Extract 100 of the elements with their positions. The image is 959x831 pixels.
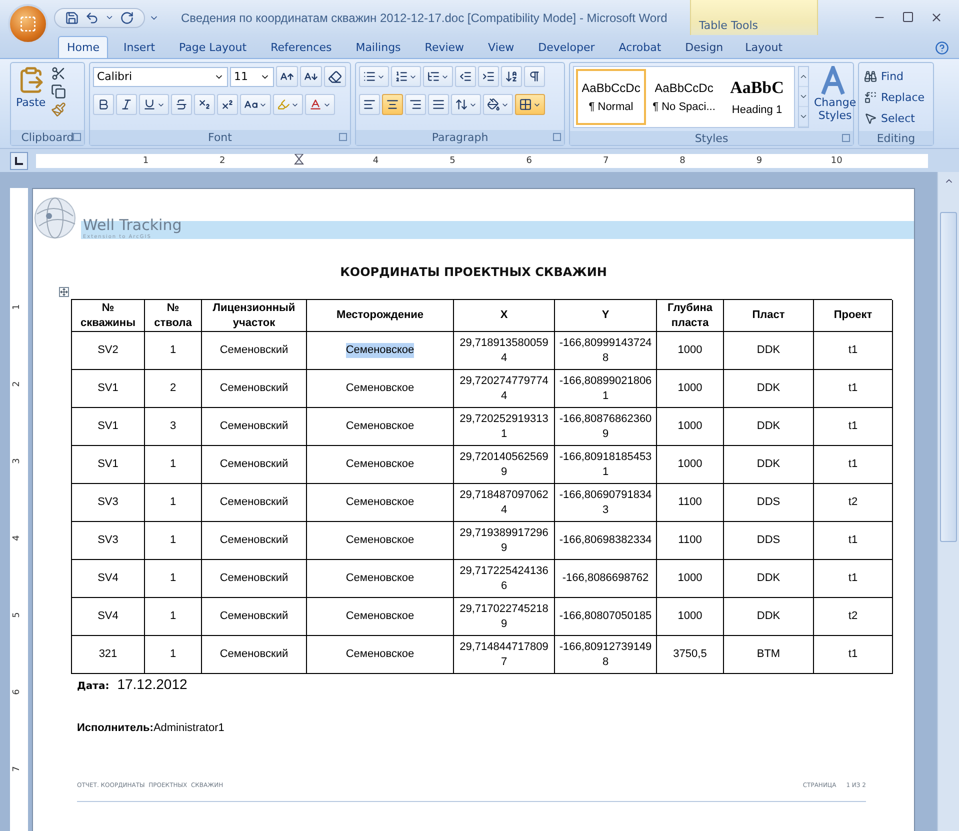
table-cell: Семеновское [307, 446, 454, 484]
ribbon-tab[interactable]: Page Layout [170, 36, 256, 58]
table-cell: 29,7148447178097 [454, 636, 555, 674]
tab-selector[interactable] [10, 152, 28, 170]
change-case-button[interactable] [240, 94, 271, 115]
table-move-handle[interactable] [59, 287, 69, 297]
increase-indent-button[interactable] [478, 66, 499, 87]
gallery-scroll[interactable] [798, 66, 809, 128]
decrease-indent-button[interactable] [455, 66, 476, 87]
table-cell: -166,809127391498 [555, 636, 657, 674]
ribbon-tab[interactable]: Review [416, 36, 474, 58]
show-marks-button[interactable] [524, 66, 545, 87]
font-name-field[interactable]: Calibri [93, 66, 228, 86]
vertical-scrollbar[interactable] [937, 172, 959, 831]
align-button[interactable] [382, 94, 403, 115]
redo-icon[interactable] [120, 10, 134, 24]
editing-button[interactable]: Find [862, 66, 927, 86]
undo-icon[interactable] [85, 10, 99, 24]
copy-icon[interactable] [50, 84, 66, 99]
paste-button[interactable]: Paste [14, 66, 48, 127]
table-cell: Семеновский [202, 408, 307, 446]
grow-font-button[interactable] [276, 66, 298, 87]
align-left-icon [363, 98, 376, 111]
italic-icon [120, 98, 133, 111]
ribbon-tab[interactable]: Home [58, 36, 108, 58]
office-button[interactable] [8, 4, 48, 44]
ribbon-tab[interactable]: Insert [114, 36, 164, 58]
table-cell: -166,8086698762 [555, 560, 657, 598]
ribbon-tab[interactable]: Layout [736, 36, 792, 58]
tab-stop-icon [15, 156, 23, 164]
line-spacing-button[interactable] [451, 94, 481, 115]
table-cell: 1000 [657, 446, 724, 484]
table-cell: Семеновское [307, 522, 454, 560]
borders-button[interactable] [515, 94, 545, 115]
align-button[interactable] [428, 94, 449, 115]
superscript-button[interactable] [217, 94, 238, 115]
window-title: Сведения по координатам скважин 2012-12-17.doc [Compatibility Mode] - Microsoft Word [180, 10, 668, 24]
table-cell: -166,808990218061 [555, 370, 657, 408]
table-cell: 1100 [657, 484, 724, 522]
table-cell: 1000 [657, 370, 724, 408]
ribbon-tab[interactable]: Mailings [346, 36, 410, 58]
style-tile[interactable]: AaBbCcDc ¶ Normal [576, 69, 646, 125]
table-cell: 1000 [657, 408, 724, 446]
ruler-number: 1 [142, 156, 150, 166]
group-label: Styles [694, 132, 728, 144]
ruler-number: 6 [12, 689, 23, 695]
help-icon[interactable] [935, 41, 949, 55]
font-color-button[interactable] [305, 94, 335, 115]
table-cell: 1 [145, 484, 202, 522]
align-button[interactable] [359, 94, 380, 115]
close-icon[interactable] [930, 11, 943, 24]
table-cell: t2 [814, 484, 893, 522]
bold-button[interactable] [93, 94, 114, 115]
ribbon-tab[interactable]: View [479, 36, 524, 58]
table-cell: 2 [145, 370, 202, 408]
editing-button[interactable]: Select [862, 108, 927, 128]
table-cell: -166,80698382334 [555, 522, 657, 560]
save-icon[interactable] [65, 10, 79, 24]
maximize-icon[interactable] [902, 11, 914, 23]
italic-button[interactable] [116, 94, 137, 115]
numbered-list-icon [395, 70, 408, 83]
table-cell: Семеновское [307, 370, 454, 408]
strikethrough-icon [175, 98, 188, 111]
binoculars-icon [864, 70, 877, 82]
change-styles-button[interactable]: Change Styles [812, 66, 858, 128]
subscript-button[interactable] [194, 94, 215, 115]
shrink-font-button[interactable] [300, 66, 322, 87]
table-cell: 1 [145, 332, 202, 370]
table-cell: DDK [724, 332, 814, 370]
eraser-icon [328, 70, 342, 84]
table-cell: DDS [724, 484, 814, 522]
table-cell: 1 [145, 598, 202, 636]
font-size-field[interactable]: 11 [230, 66, 274, 86]
indent-marker-icon[interactable] [294, 154, 304, 168]
ribbon-tab[interactable]: Developer [529, 36, 604, 58]
numbering-button[interactable] [391, 66, 421, 87]
table-cell: 29,7170227452189 [454, 598, 555, 636]
ruler-number: 3 [12, 458, 23, 464]
table-header-cell: № скважины [72, 300, 145, 332]
table-cell: Семеновский [202, 636, 307, 674]
clear-formatting-button[interactable] [324, 66, 346, 87]
ribbon-tab[interactable]: References [262, 36, 341, 58]
bullets-button[interactable] [359, 66, 389, 87]
align-button[interactable] [405, 94, 426, 115]
shading-button[interactable] [483, 94, 513, 115]
ribbon-tab[interactable]: Acrobat [610, 36, 670, 58]
table-cell: SV2 [72, 332, 145, 370]
sort-button[interactable] [501, 66, 522, 87]
table-cell: -166,80807050185 [555, 598, 657, 636]
cut-icon[interactable] [50, 66, 66, 81]
borders-icon [519, 98, 532, 111]
ribbon-tab[interactable]: Design [676, 36, 732, 58]
table-cell: Семеновское [307, 484, 454, 522]
multilevel-list-button[interactable] [423, 66, 453, 87]
table-cell: t1 [814, 370, 893, 408]
table-cell: SV1 [72, 446, 145, 484]
strikethrough-button[interactable] [171, 94, 192, 115]
underline-button[interactable] [139, 94, 169, 115]
ruler-number: 4 [372, 156, 380, 166]
editing-button[interactable]: Replace [862, 87, 927, 107]
